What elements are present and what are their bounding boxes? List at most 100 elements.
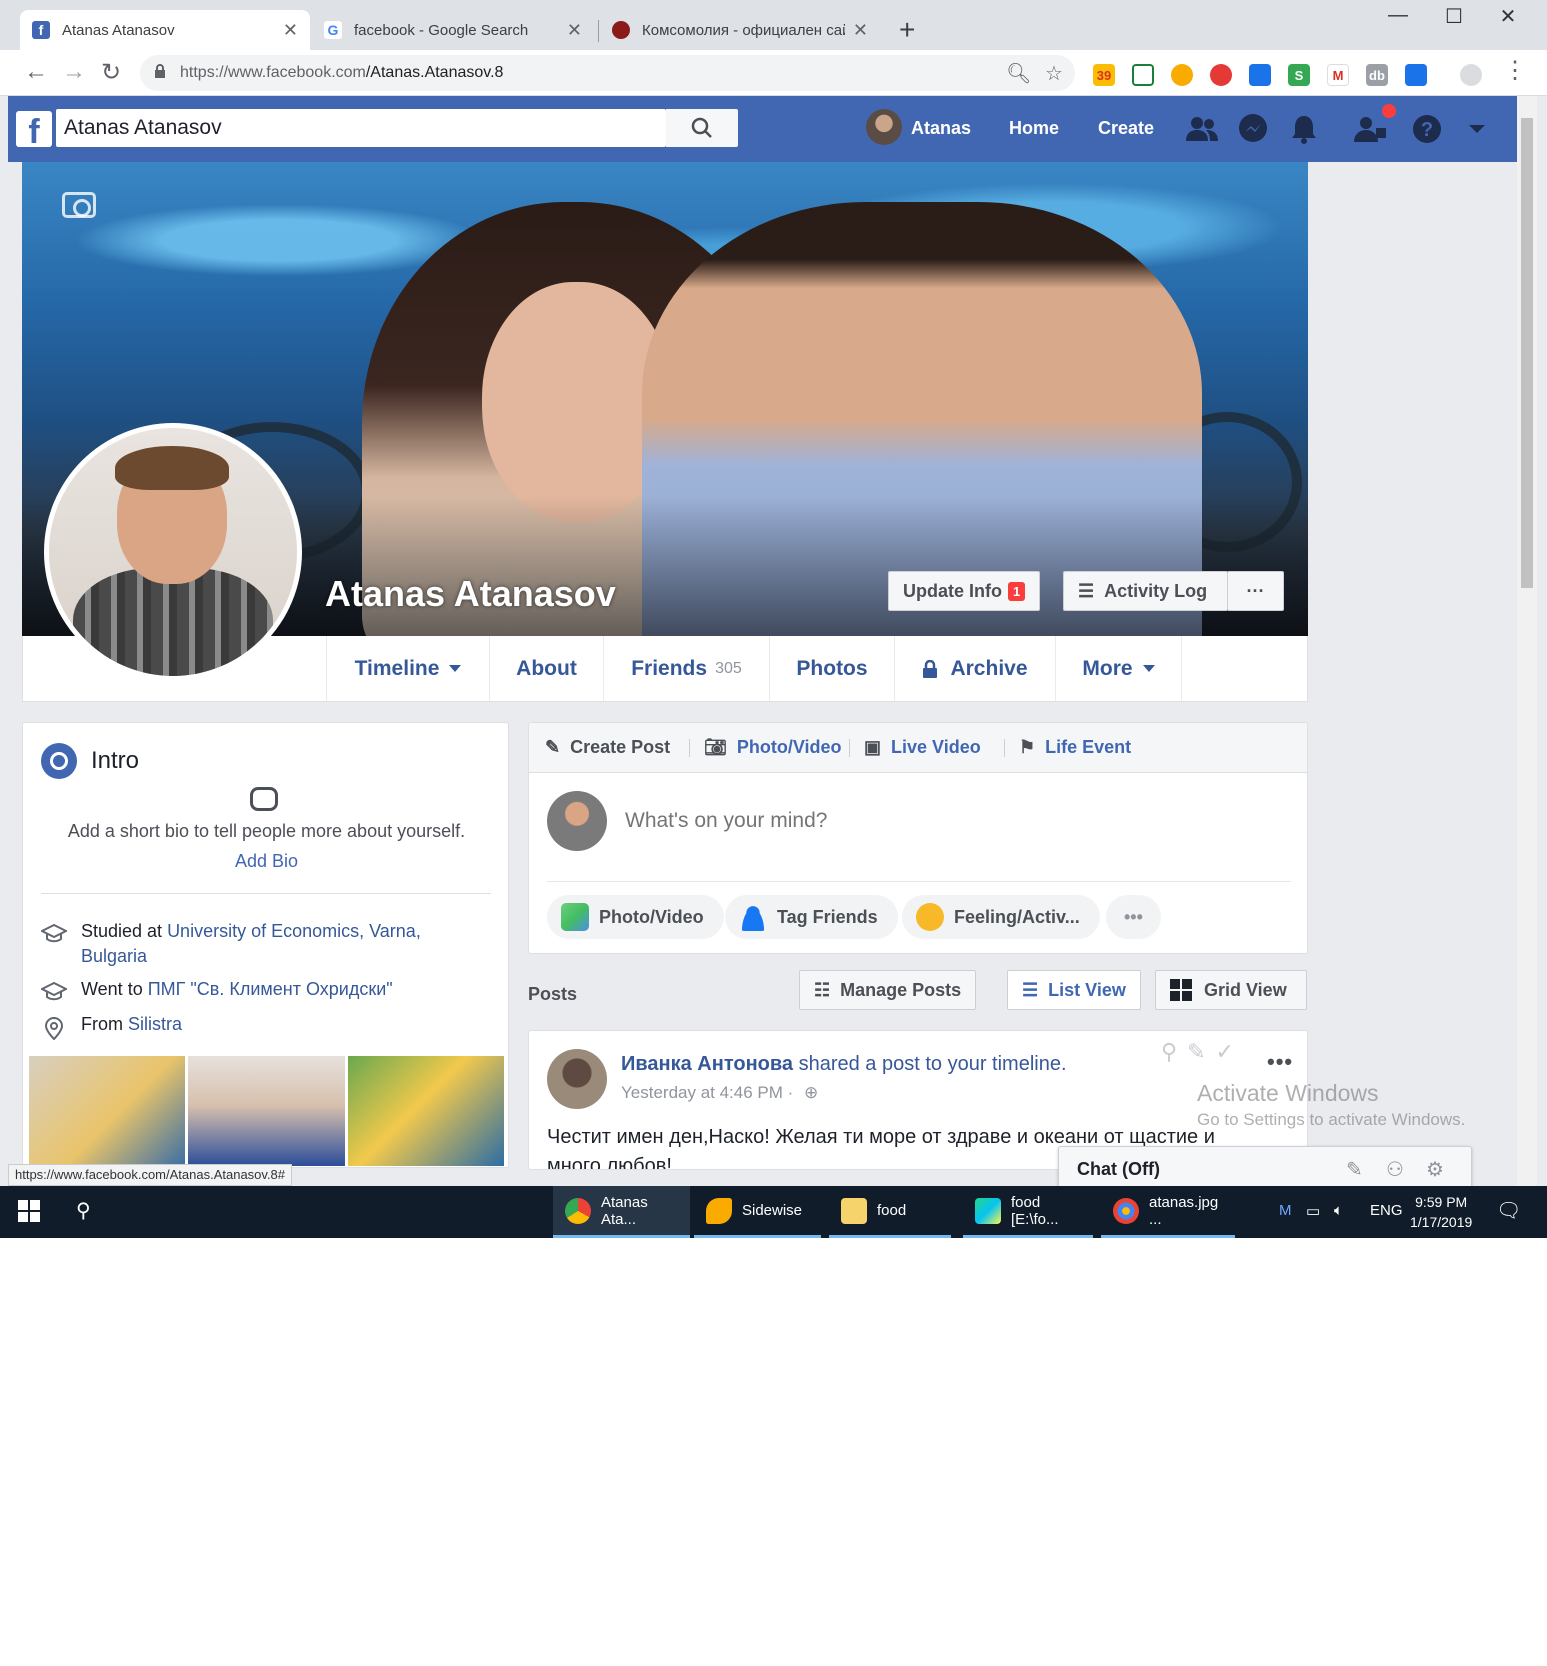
gmail-extension-icon[interactable]: M	[1327, 64, 1349, 86]
profile-more-button[interactable]: ···	[1227, 571, 1284, 611]
feeling-activity-pill[interactable]: Feeling/Activ...	[902, 895, 1100, 939]
network-icon[interactable]: ▭	[1306, 1202, 1320, 1220]
scrollbar-thumb[interactable]	[1521, 118, 1533, 588]
post-author-link[interactable]: Иванка Антонова	[621, 1053, 793, 1075]
facebook-search-input[interactable]	[64, 114, 624, 142]
featured-photo[interactable]	[347, 1056, 504, 1166]
intro-school: Went to ПМГ "Св. Климент Охридски"	[41, 977, 393, 1002]
opera-extension-icon[interactable]	[1210, 64, 1232, 86]
post-timestamp[interactable]: Yesterday at 4:46 PM ·	[621, 1083, 793, 1102]
chrome-menu-icon[interactable]: ⋮	[1503, 56, 1527, 85]
s-extension-icon[interactable]: S	[1288, 64, 1310, 86]
new-message-icon[interactable]: ✎	[1346, 1157, 1363, 1182]
tab-timeline[interactable]: Timeline	[326, 636, 489, 701]
group-chat-icon[interactable]: ⚇	[1386, 1157, 1404, 1182]
tab-title: Комсомолия - официален сайт	[642, 21, 845, 39]
db-extension-icon[interactable]: db	[1366, 64, 1388, 86]
graduation-cap-icon	[41, 923, 67, 943]
update-info-button[interactable]: Update Info 1	[888, 571, 1041, 611]
taskbar-chrome[interactable]: Atanas Ata...	[553, 1186, 690, 1238]
tag-friends-pill[interactable]: Tag Friends	[725, 895, 898, 939]
facebook-search	[56, 109, 666, 147]
sync-extension-icon[interactable]	[1405, 64, 1427, 86]
close-tab-icon[interactable]: ✕	[283, 20, 298, 41]
tab-friends[interactable]: Friends 305	[603, 636, 769, 701]
key-extension-icon[interactable]	[1171, 64, 1193, 86]
browser-tab-komsomolia[interactable]: Комсомолия - официален сайт ✕	[600, 10, 880, 50]
search-icon[interactable]: ⚲	[76, 1198, 91, 1223]
nav-avatar[interactable]	[866, 109, 902, 145]
chat-bar[interactable]: Chat (Off) ✎ ⚇ ⚙	[1058, 1146, 1472, 1190]
minimize-icon[interactable]: —	[1373, 4, 1423, 27]
profile-picture[interactable]	[44, 423, 302, 681]
notifications-bell-icon[interactable]	[1285, 110, 1323, 148]
maximize-icon[interactable]: ☐	[1429, 4, 1479, 29]
nav-create-link[interactable]: Create	[1098, 118, 1154, 139]
input-language[interactable]: ENG	[1370, 1202, 1403, 1219]
tab-archive[interactable]: Archive	[894, 636, 1055, 701]
life-event-tab[interactable]: ⚑ Life Event	[1019, 737, 1131, 758]
reload-icon[interactable]: ↻	[101, 58, 121, 87]
taskbar-food-folder[interactable]: food	[829, 1186, 951, 1238]
whats-on-your-mind-input[interactable]	[625, 809, 1265, 833]
action-center-icon[interactable]: 🗨︎	[1496, 1198, 1521, 1223]
address-bar[interactable]: https://www.facebook.com/Atanas.Atanasov…	[140, 55, 1075, 91]
windows-start-icon[interactable]	[18, 1200, 40, 1222]
page-scrollbar[interactable]	[1517, 96, 1537, 1186]
grid-view-button[interactable]: Grid View	[1155, 970, 1307, 1010]
messenger-icon[interactable]	[1234, 110, 1272, 148]
hometown-link[interactable]: Silistra	[128, 1014, 182, 1034]
taskbar-clock[interactable]: 9:59 PM 1/17/2019	[1410, 1192, 1472, 1232]
live-video-tab[interactable]: ▣ Live Video	[864, 737, 981, 758]
photo-video-tab[interactable]: 📷︎ Photo/Video	[704, 737, 842, 758]
help-icon[interactable]: ?	[1408, 110, 1446, 148]
volume-icon[interactable]: 🔈︎	[1334, 1202, 1343, 1219]
pencil-icon: ✎	[545, 737, 561, 757]
forward-icon[interactable]: →	[62, 58, 86, 86]
close-window-icon[interactable]: ✕	[1483, 4, 1533, 29]
nav-profile-link[interactable]: Atanas	[911, 118, 971, 139]
status-bar-url: https://www.facebook.com/Atanas.Atanasov…	[8, 1164, 293, 1186]
close-tab-icon[interactable]: ✕	[567, 20, 582, 41]
zoom-icon[interactable]: 🔍︎	[1006, 61, 1031, 86]
taskbar-paint[interactable]: atanas.jpg ...	[1101, 1186, 1235, 1238]
settings-list-icon: ☷	[814, 979, 831, 1000]
tab-about[interactable]: About	[489, 636, 603, 701]
new-tab-icon[interactable]: +	[899, 14, 915, 46]
tray-app-icon[interactable]: M	[1279, 1202, 1292, 1219]
taskbar-sidewise[interactable]: Sidewise	[694, 1186, 821, 1238]
pen-extension-icon[interactable]	[1249, 64, 1271, 86]
home-extension-icon[interactable]	[1132, 64, 1154, 86]
featured-photo[interactable]	[29, 1056, 186, 1166]
chat-settings-gear-icon[interactable]: ⚙	[1426, 1157, 1444, 1182]
add-bio-link[interactable]: Add Bio	[23, 851, 508, 872]
back-icon[interactable]: ←	[24, 58, 48, 86]
create-post-tab[interactable]: ✎ Create Post	[545, 737, 670, 758]
account-menu-chevron-down-icon[interactable]	[1458, 110, 1496, 148]
caret-down-icon	[1142, 665, 1155, 672]
photo-video-pill[interactable]: Photo/Video	[547, 895, 724, 939]
post-options-button[interactable]: •••	[1267, 1049, 1293, 1075]
tab-more[interactable]: More	[1055, 636, 1182, 701]
friend-requests-icon[interactable]	[1183, 110, 1221, 148]
update-cover-camera-icon[interactable]	[62, 192, 96, 218]
browser-tab-google[interactable]: G facebook - Google Search ✕	[312, 10, 594, 50]
list-view-button[interactable]: ☰ List View	[1007, 970, 1141, 1010]
facebook-logo-icon[interactable]: f	[16, 111, 52, 147]
manage-posts-button[interactable]: ☷ Manage Posts	[799, 970, 977, 1010]
profile-name[interactable]: Atanas Atanasov	[325, 573, 616, 615]
featured-photo[interactable]	[188, 1056, 345, 1166]
profile-icon[interactable]	[1460, 64, 1482, 86]
taskbar-webstorm[interactable]: food [E:\fo...	[963, 1186, 1093, 1238]
composer-more-pill[interactable]: •••	[1106, 895, 1161, 939]
close-tab-icon[interactable]: ✕	[853, 20, 868, 41]
school-link[interactable]: ПМГ "Св. Климент Охридски"	[148, 979, 393, 999]
browser-tab-facebook[interactable]: f Atanas Atanasov ✕	[20, 10, 310, 50]
post-author-avatar[interactable]	[547, 1049, 607, 1109]
extension-counter-icon[interactable]: 39	[1093, 64, 1115, 86]
tab-photos[interactable]: Photos	[769, 636, 894, 701]
nav-home-link[interactable]: Home	[1009, 118, 1059, 139]
activity-log-button[interactable]: ☰ Activity Log	[1063, 571, 1228, 611]
search-button[interactable]	[666, 109, 738, 147]
bookmark-star-icon[interactable]: ☆	[1045, 61, 1063, 86]
